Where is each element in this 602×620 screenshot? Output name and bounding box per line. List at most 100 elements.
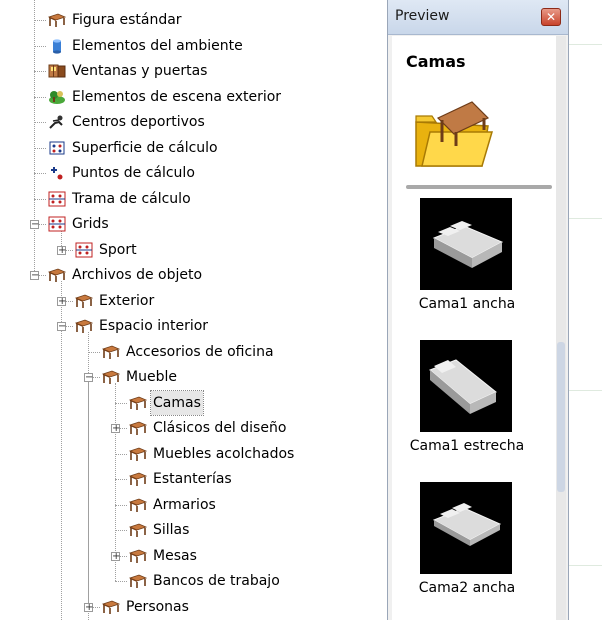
expand-icon[interactable]: + <box>57 245 66 255</box>
tree-connector <box>115 504 127 506</box>
table-icon <box>128 446 148 462</box>
tree-item[interactable]: − Archivos de objeto <box>0 263 387 287</box>
tree-item[interactable]: − Grids <box>0 212 387 236</box>
tree-connector <box>115 479 127 480</box>
collapse-icon[interactable]: − <box>30 271 39 281</box>
preview-titlebar: Preview ✕ <box>388 0 568 35</box>
thumb-label: Cama2 ancha <box>418 580 516 596</box>
expand-icon[interactable]: + <box>57 296 66 306</box>
preview-body: Camas Cama1 ancha Cama1 estrecha Cama2 a… <box>392 36 562 620</box>
cylinder-icon <box>48 38 66 54</box>
tree-item-label: Mesas <box>153 547 197 564</box>
expand-icon[interactable]: + <box>111 424 120 434</box>
thumb-label: Cama1 ancha <box>418 296 516 312</box>
window-icon <box>48 63 66 79</box>
object-tree[interactable]: Figura estándar Elementos del ambiente Ven… <box>0 0 387 620</box>
tree-item[interactable]: + Personas <box>0 595 387 619</box>
tree-item-label: Personas <box>126 598 189 615</box>
tree-item-label: Accesorios de oficina <box>126 343 274 360</box>
table-icon <box>47 12 67 28</box>
grid-line <box>569 44 602 45</box>
tree-item[interactable]: + Exterior <box>0 289 387 313</box>
tree-item-label: Trama de cálculo <box>72 190 191 207</box>
tree-item-label: Mueble <box>126 369 177 385</box>
tree-item[interactable]: Camas <box>0 389 387 416</box>
bed-thumbnail[interactable] <box>420 198 512 290</box>
grid-line <box>569 390 602 391</box>
tree-connector <box>115 453 127 455</box>
tree-item[interactable]: Elementos de escena exterior <box>0 85 387 109</box>
tree-connector <box>34 198 46 200</box>
tree-item[interactable]: Armarios <box>0 493 387 517</box>
table-icon <box>74 293 94 309</box>
tree-item-label: Grids <box>72 216 109 232</box>
tree-item[interactable]: + Sport <box>0 238 387 262</box>
collapse-icon[interactable]: − <box>57 322 66 332</box>
tree-item[interactable]: Puntos de cálculo <box>0 161 387 185</box>
tree-item[interactable]: Muebles acolchados <box>0 442 387 466</box>
table-icon <box>101 369 121 385</box>
calc-points-icon <box>48 165 66 181</box>
preview-panel: Preview ✕ Camas Cama1 ancha Cama1 estrec… <box>387 0 569 620</box>
tree-item[interactable]: Figura estándar <box>0 8 387 32</box>
calc-surface-icon <box>48 140 66 156</box>
tree-item[interactable]: − Mueble <box>0 365 387 389</box>
tree-connector <box>34 45 46 47</box>
table-icon <box>128 497 148 513</box>
tree-item-label: Figura estándar <box>72 12 182 28</box>
table-icon <box>47 267 67 283</box>
category-title: Camas <box>406 52 466 71</box>
tree-connector <box>115 530 127 531</box>
table-icon <box>128 548 148 564</box>
tree-connector <box>34 122 46 123</box>
open-folder-icon[interactable] <box>412 96 494 170</box>
tree-item-label: Elementos del ambiente <box>72 37 243 54</box>
table-icon <box>128 471 148 487</box>
preview-scrollbar[interactable] <box>556 36 566 620</box>
tree-item-label: Estanterías <box>153 471 232 487</box>
tree-item-label: Sport <box>99 241 137 258</box>
tree-item-label: Sillas <box>153 522 190 538</box>
collapse-icon[interactable]: − <box>30 220 39 230</box>
tree-item[interactable]: − Espacio interior <box>0 314 387 338</box>
workspace-area[interactable] <box>569 0 602 620</box>
tree-item[interactable]: Bancos de trabajo <box>0 569 387 593</box>
tree-icon <box>48 89 66 105</box>
tree-item[interactable]: Trama de cálculo <box>0 187 387 211</box>
tree-item-label: Bancos de trabajo <box>153 573 280 589</box>
calc-grid-icon <box>48 216 66 232</box>
tree-item[interactable]: Superficie de cálculo <box>0 136 387 160</box>
scrollbar-thumb[interactable] <box>557 342 565 492</box>
tree-item[interactable]: Estanterías <box>0 467 387 491</box>
sport-icon <box>48 114 66 130</box>
tree-item[interactable]: + Clásicos del diseño <box>0 416 387 440</box>
table-icon <box>128 420 148 436</box>
tree-item-label: Puntos de cálculo <box>72 165 195 181</box>
tree-item[interactable]: Accesorios de oficina <box>0 340 387 364</box>
tree-item[interactable]: Elementos del ambiente <box>0 34 387 58</box>
tree-item-label: Clásicos del diseño <box>153 420 287 436</box>
tree-connector <box>115 402 127 404</box>
expand-icon[interactable]: + <box>84 602 93 612</box>
tree-item-label: Muebles acolchados <box>153 445 295 462</box>
tree-connector <box>34 147 46 149</box>
collapse-icon[interactable]: − <box>84 373 93 383</box>
tree-item-label: Ventanas y puertas <box>72 63 208 79</box>
tree-item-label: Exterior <box>99 292 155 309</box>
tree-item-label: Elementos de escena exterior <box>72 88 282 105</box>
tree-connector <box>34 96 46 98</box>
tree-item-label: Armarios <box>153 496 216 513</box>
tree-item[interactable]: Ventanas y puertas <box>0 59 387 83</box>
thumb-label: Cama1 estrecha <box>409 438 525 454</box>
tree-item[interactable]: Centros deportivos <box>0 110 387 134</box>
table-icon <box>74 318 94 334</box>
bed-thumbnail[interactable] <box>420 482 512 574</box>
calc-grid-icon <box>48 191 66 207</box>
tree-item[interactable]: Sillas <box>0 518 387 542</box>
preview-divider <box>406 185 552 189</box>
close-icon[interactable]: ✕ <box>541 8 561 26</box>
table-icon <box>128 395 148 411</box>
tree-item[interactable]: + Mesas <box>0 544 387 568</box>
bed-thumbnail[interactable] <box>420 340 512 432</box>
expand-icon[interactable]: + <box>111 551 120 561</box>
